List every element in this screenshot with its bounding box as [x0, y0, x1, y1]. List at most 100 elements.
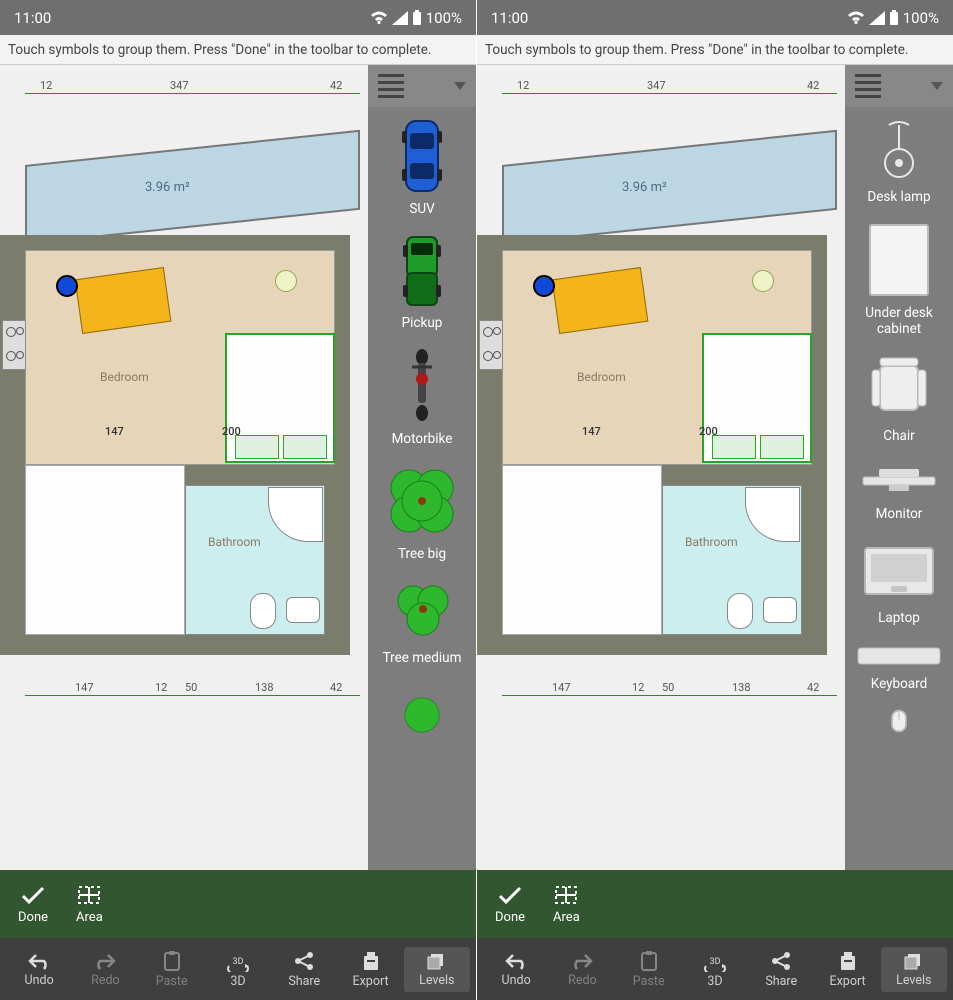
export-button[interactable]: Export: [337, 950, 403, 989]
palette-label: Tree big: [398, 546, 446, 562]
palette-item-monitor[interactable]: Monitor: [845, 450, 953, 528]
done-label: Done: [18, 910, 48, 925]
room-corridor[interactable]: [25, 465, 185, 635]
chevron-down-icon[interactable]: [931, 82, 943, 90]
signal-icon: [392, 11, 408, 25]
palette-item-desk-lamp[interactable]: Desk lamp: [845, 107, 953, 211]
undo-button[interactable]: Undo: [483, 951, 549, 988]
paste-button[interactable]: Paste: [616, 950, 682, 989]
dim-line: [25, 695, 360, 696]
palette-item-mouse[interactable]: [845, 698, 953, 740]
selection-dot[interactable]: [56, 275, 78, 297]
palette-label: Monitor: [876, 506, 923, 522]
furniture-stove[interactable]: [479, 320, 503, 370]
menu-icon[interactable]: [378, 74, 404, 98]
done-button[interactable]: Done: [18, 884, 48, 925]
status-bar: 11:00 100%: [477, 0, 953, 35]
levels-label: Levels: [419, 973, 454, 988]
room-label-bathroom: Bathroom: [208, 535, 261, 549]
screen-left: 11:00 100% Touch symbols to group them. …: [0, 0, 476, 1000]
main-area: 12 347 42 3.96 m² Bedroom Bathroom 147 2…: [0, 65, 476, 870]
room-label-bedroom: Bedroom: [577, 370, 626, 384]
dim-label: 42: [807, 681, 819, 694]
palette-label: Chair: [883, 428, 914, 444]
palette-item-tree-big[interactable]: Tree big: [368, 454, 476, 568]
redo-icon: [569, 951, 595, 971]
furniture-pillow[interactable]: [235, 435, 279, 459]
chevron-down-icon[interactable]: [454, 82, 466, 90]
furniture-stove[interactable]: [2, 320, 26, 370]
levels-icon: [426, 951, 448, 971]
palette-item-chair[interactable]: Chair: [845, 344, 953, 450]
area-icon: [76, 884, 102, 906]
3d-label: 3D: [230, 974, 245, 989]
redo-button[interactable]: Redo: [72, 951, 138, 988]
done-button[interactable]: Done: [495, 884, 525, 925]
palette-item-pickup[interactable]: Pickup: [368, 223, 476, 337]
dim-label: 42: [807, 79, 819, 92]
monitor-icon: [859, 460, 939, 500]
levels-icon: [903, 951, 925, 971]
3d-button[interactable]: 3D 3D: [205, 950, 271, 989]
dim-label: 12: [40, 79, 52, 92]
battery-icon: [889, 10, 899, 26]
furniture-pillow[interactable]: [283, 435, 327, 459]
furniture-pillow[interactable]: [712, 435, 756, 459]
undo-icon: [503, 951, 529, 971]
paste-button[interactable]: Paste: [139, 950, 205, 989]
floorplan-canvas[interactable]: 12 347 42 3.96 m² Bedroom Bathroom 147 2…: [0, 65, 368, 870]
palette-header[interactable]: [368, 65, 476, 107]
area-button[interactable]: Area: [76, 884, 103, 925]
levels-button[interactable]: Levels: [404, 947, 470, 992]
paste-icon: [639, 950, 659, 972]
fixture-sink[interactable]: [286, 597, 320, 623]
fixture-toilet[interactable]: [727, 593, 753, 629]
room-corridor[interactable]: [502, 465, 662, 635]
area-button[interactable]: Area: [553, 884, 580, 925]
undo-button[interactable]: Undo: [6, 951, 72, 988]
levels-button[interactable]: Levels: [881, 947, 947, 992]
paste-label: Paste: [156, 974, 188, 989]
palette-item-under-desk-cabinet[interactable]: Under desk cabinet: [845, 211, 953, 343]
share-button[interactable]: Share: [271, 950, 337, 989]
export-button[interactable]: Export: [814, 950, 880, 989]
share-label: Share: [288, 974, 320, 989]
furniture-pillow[interactable]: [760, 435, 804, 459]
dim-line: [502, 93, 837, 94]
room-balcony[interactable]: [25, 130, 360, 245]
palette-header[interactable]: [845, 65, 953, 107]
undo-icon: [26, 951, 52, 971]
menu-icon[interactable]: [855, 74, 881, 98]
palette-item-next[interactable]: [368, 672, 476, 754]
room-label-bathroom: Bathroom: [685, 535, 738, 549]
wifi-icon: [847, 11, 865, 25]
redo-icon: [92, 951, 118, 971]
share-button[interactable]: Share: [748, 950, 814, 989]
area-label: Area: [76, 910, 103, 925]
dim-label: 147: [75, 681, 94, 694]
furniture-lamp[interactable]: [752, 270, 774, 292]
furniture-lamp[interactable]: [275, 270, 297, 292]
palette-label: Motorbike: [392, 431, 453, 447]
main-area: 12 347 42 3.96 m² Bedroom Bathroom 147 2…: [477, 65, 953, 870]
palette-item-keyboard[interactable]: Keyboard: [845, 632, 953, 698]
status-time: 11:00: [14, 9, 51, 27]
palette-label: Under desk cabinet: [849, 305, 949, 337]
palette-item-suv[interactable]: SUV: [368, 107, 476, 223]
palette-item-laptop[interactable]: Laptop: [845, 528, 953, 632]
room-balcony[interactable]: [502, 130, 837, 245]
3d-button[interactable]: 3D 3D: [682, 950, 748, 989]
check-icon: [20, 884, 46, 906]
fixture-sink[interactable]: [763, 597, 797, 623]
floorplan-canvas[interactable]: 12 347 42 3.96 m² Bedroom Bathroom 147 2…: [477, 65, 845, 870]
hint-bar: Touch symbols to group them. Press "Done…: [0, 35, 476, 65]
palette-item-tree-medium[interactable]: Tree medium: [368, 568, 476, 672]
dim-label: 12: [632, 681, 644, 694]
fixture-toilet[interactable]: [250, 593, 276, 629]
suv-icon: [400, 117, 444, 195]
palette-item-motorbike[interactable]: Motorbike: [368, 337, 476, 453]
screen-right: 11:00 100% Touch symbols to group them. …: [477, 0, 953, 1000]
selection-dot[interactable]: [533, 275, 555, 297]
redo-button[interactable]: Redo: [549, 951, 615, 988]
pickup-icon: [401, 233, 443, 309]
